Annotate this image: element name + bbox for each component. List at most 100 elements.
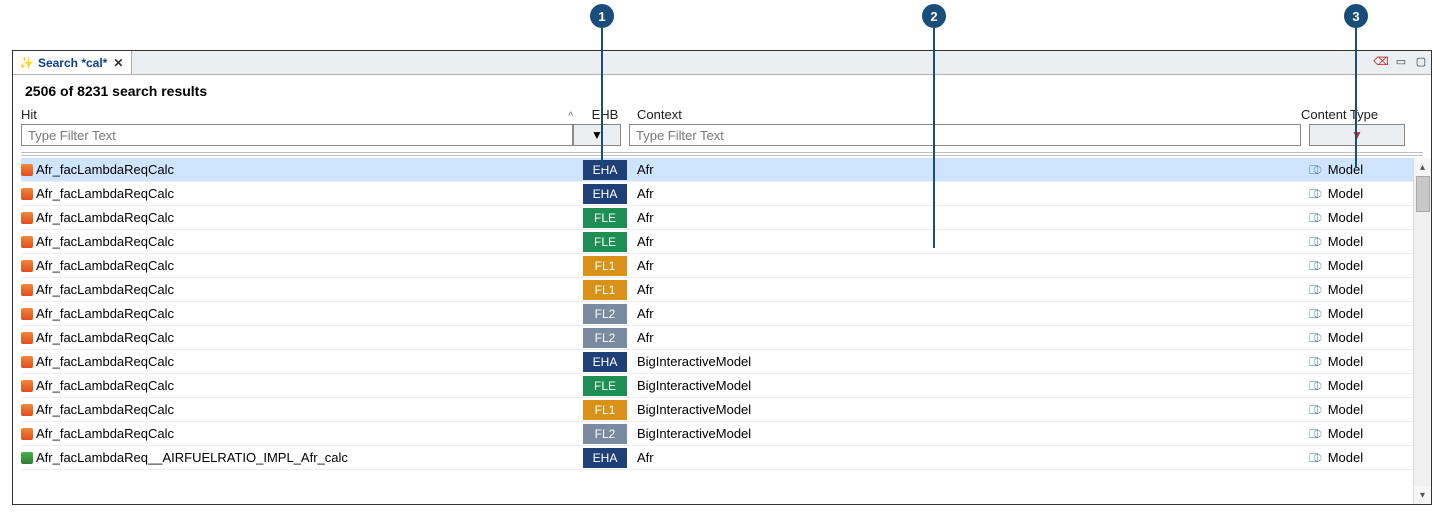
content-type-text: Model: [1328, 162, 1363, 177]
cell-hit: Afr_facLambdaReqCalc: [21, 258, 581, 273]
table-row[interactable]: Afr_facLambdaReqCalc FL1Afr⎄Model: [21, 254, 1413, 278]
model-icon: ⎄: [1309, 331, 1322, 346]
cell-ehb: FL2: [581, 304, 629, 324]
filter-hit-input[interactable]: [21, 124, 573, 146]
cell-content-type: ⎄Model: [1309, 234, 1413, 250]
filter-content-type-button[interactable]: ▼: [1309, 124, 1405, 146]
clear-search-button[interactable]: ⌫: [1373, 53, 1389, 69]
element-orange-icon: [21, 308, 33, 320]
cell-context: Afr: [629, 258, 1309, 273]
content-type-text: Model: [1328, 330, 1363, 345]
element-orange-icon: [21, 188, 33, 200]
cell-hit: Afr_facLambdaReqCalc: [21, 162, 581, 177]
table-row[interactable]: Afr_facLambdaReqCalcFLEBigInteractiveMod…: [21, 374, 1413, 398]
column-header-context[interactable]: Context: [629, 107, 1301, 122]
table-row[interactable]: Afr_facLambdaReqCalcEHAAfr⎄Model: [21, 182, 1413, 206]
content-type-text: Model: [1328, 378, 1363, 393]
content-type-text: Model: [1328, 306, 1363, 321]
cell-content-type: ⎄Model: [1309, 258, 1413, 274]
ehb-tag: FL1: [583, 256, 627, 276]
table-row[interactable]: Afr_facLambdaReqCalcFL2Afr⎄Model: [21, 302, 1413, 326]
model-icon: ⎄: [1309, 259, 1322, 274]
element-orange-icon: [21, 380, 33, 392]
cell-hit: Afr_facLambdaReqCalc: [21, 330, 581, 345]
column-header-ehb[interactable]: EHB: [581, 107, 629, 122]
cell-ehb: FL1: [581, 280, 629, 300]
model-icon: ⎄: [1309, 451, 1322, 466]
cell-content-type: ⎄ Model: [1309, 426, 1413, 442]
cell-context: Afr: [629, 450, 1309, 465]
cell-hit: Afr_facLambdaReqCalc: [21, 378, 581, 393]
ehb-tag: FL2: [583, 304, 627, 324]
tab-title: Search *cal*: [38, 56, 107, 70]
search-panel: ✨ Search *cal* ✕ ⌫ ▭ ▢ 2506 of 8231 sear…: [12, 50, 1432, 505]
element-green-icon: [21, 452, 33, 464]
cell-context: Afr: [629, 282, 1309, 297]
cell-context: BigInteractiveModel: [629, 354, 1309, 369]
column-headers: Hit ^ EHB Context Content Type: [13, 107, 1431, 122]
tab-search[interactable]: ✨ Search *cal* ✕: [13, 51, 132, 74]
hit-text: Afr_facLambdaReqCalc: [36, 354, 174, 369]
cell-content-type: ⎄ Model: [1309, 330, 1413, 346]
cell-ehb: FLE: [581, 376, 629, 396]
hit-text: Afr_facLambdaReqCalc: [36, 330, 174, 345]
table-row[interactable]: Afr_facLambdaReqCalcEHABigInteractiveMod…: [21, 350, 1413, 374]
callout-marker-2: 2: [922, 4, 946, 28]
filter-row: ▼ ▼: [13, 122, 1431, 150]
hit-text: Afr_facLambdaReqCalc: [36, 258, 174, 273]
ehb-tag: EHA: [583, 160, 627, 180]
cell-ehb: EHA: [581, 448, 629, 468]
model-icon: ⎄: [1309, 355, 1322, 370]
cell-ehb: FL1: [581, 256, 629, 276]
filter-ehb-button[interactable]: ▼: [573, 124, 621, 146]
model-icon: ⎄: [1309, 403, 1322, 418]
element-orange-icon: [21, 332, 33, 344]
scroll-up-button[interactable]: ▴: [1414, 158, 1431, 176]
cell-context: BigInteractiveModel: [629, 402, 1309, 417]
ehb-tag: FL1: [583, 400, 627, 420]
table-row[interactable]: Afr_facLambdaReq__AIRFUELRATIO_IMPL_Afr_…: [21, 446, 1413, 470]
content-type-text: Model: [1328, 426, 1363, 441]
model-icon: ⎄: [1309, 187, 1322, 202]
table-row[interactable]: Afr_facLambdaReqCalcFL2Afr⎄Model: [21, 326, 1413, 350]
cell-hit: Afr_facLambdaReqCalc: [21, 402, 581, 417]
cell-context: Afr: [629, 330, 1309, 345]
table-row[interactable]: Afr_facLambdaReqCalcFL1Afr⎄Model: [21, 278, 1413, 302]
cell-ehb: FLE: [581, 208, 629, 228]
cell-ehb: EHA: [581, 160, 629, 180]
model-icon: ⎄: [1309, 427, 1322, 442]
column-header-hit[interactable]: Hit ^: [21, 107, 581, 122]
cell-context: Afr: [629, 306, 1309, 321]
table-row[interactable]: Afr_facLambdaReqCalcEHAAfr⎄Model: [21, 158, 1413, 182]
cell-hit: Afr_facLambdaReqCalc: [21, 354, 581, 369]
cell-hit: Afr_facLambdaReq__AIRFUELRATIO_IMPL_Afr_…: [21, 450, 581, 465]
table-row[interactable]: Afr_facLambdaReqCalcFL1BigInteractiveMod…: [21, 398, 1413, 422]
cell-content-type: ⎄Model: [1309, 354, 1413, 370]
ehb-tag: EHA: [583, 184, 627, 204]
table-row[interactable]: Afr_facLambdaReqCalcFL2BigInteractiveMod…: [21, 422, 1413, 446]
cell-context: Afr: [629, 186, 1309, 201]
tab-close-button[interactable]: ✕: [111, 56, 125, 70]
ehb-tag: FLE: [583, 232, 627, 252]
model-icon: ⎄: [1309, 379, 1322, 394]
table-row[interactable]: Afr_facLambdaReqCalcFLEAfr⎄Model: [21, 206, 1413, 230]
minimize-view-button[interactable]: ▭: [1393, 53, 1409, 69]
model-icon: ⎄: [1309, 235, 1322, 250]
scroll-thumb[interactable]: [1416, 176, 1430, 212]
column-header-content-type[interactable]: Content Type: [1301, 107, 1405, 122]
cell-context: Afr: [629, 234, 1309, 249]
callout-line-1: [601, 28, 603, 168]
tab-bar: ✨ Search *cal* ✕ ⌫ ▭ ▢: [13, 51, 1431, 75]
callout-line-3: [1355, 28, 1357, 168]
maximize-view-button[interactable]: ▢: [1413, 53, 1429, 69]
table-row[interactable]: Afr_facLambdaReqCalc FLEAfr⎄Model: [21, 230, 1413, 254]
cell-hit: Afr_facLambdaReqCalc: [21, 210, 581, 225]
hit-text: Afr_facLambdaReqCalc: [36, 234, 174, 249]
panel-toolbar: ⌫ ▭ ▢: [1373, 53, 1429, 69]
vertical-scrollbar[interactable]: ▴ ▾: [1413, 158, 1431, 504]
ehb-tag: FLE: [583, 376, 627, 396]
cell-hit: Afr_facLambdaReqCalc: [21, 426, 581, 441]
scroll-down-button[interactable]: ▾: [1414, 486, 1431, 504]
filter-context-input[interactable]: [629, 124, 1301, 146]
element-orange-icon: [21, 284, 33, 296]
